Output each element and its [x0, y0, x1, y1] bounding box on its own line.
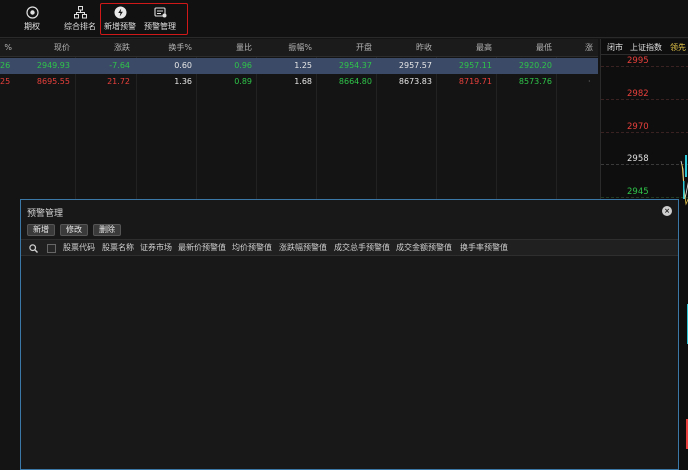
header-amplitude[interactable]: 振幅% — [260, 39, 312, 57]
cell-low: 8573.76 — [518, 77, 552, 86]
col-market[interactable]: 证券市场 — [140, 240, 172, 257]
edit-button[interactable]: 修改 — [60, 224, 88, 236]
cell-turnover: 0.60 — [174, 61, 192, 70]
col-stock-name[interactable]: 股票名称 — [102, 240, 134, 257]
col-change-pct-alert[interactable]: 涨跌幅预警值 — [279, 240, 327, 257]
cell-prev-close: 2957.57 — [398, 61, 432, 70]
alert-management-dialog: 预警管理 × 新增 修改 删除 股票代码 股票名称 证券市场 最新价预警值 均价… — [20, 199, 679, 470]
options-target-icon — [25, 5, 39, 19]
dialog-close-button[interactable]: × — [662, 206, 672, 216]
header-turnover[interactable]: 换手% — [140, 39, 192, 57]
toolbar-options-button[interactable]: 期权 — [24, 5, 40, 35]
header-pct[interactable]: % — [0, 39, 12, 57]
dialog-button-row: 新增 修改 删除 — [27, 224, 121, 236]
toolbar-highlight-box — [100, 3, 188, 35]
col-turnover-alert[interactable]: 换手率预警值 — [460, 240, 508, 257]
header-low[interactable]: 最低 — [500, 39, 552, 57]
cell-high: 2957.11 — [458, 61, 492, 70]
toolbar-ranking-button[interactable]: 综合排名 — [64, 5, 96, 35]
quote-table-header: % 现价 涨跌 换手% 量比 振幅% 开盘 昨收 最高 最低 涨 — [0, 39, 598, 57]
cell-extra: · — [588, 77, 591, 86]
cell-change: 21.72 — [107, 77, 130, 86]
cell-price: 8695.55 — [36, 77, 70, 86]
header-change[interactable]: 涨跌 — [80, 39, 130, 57]
cell-pct: 26 — [0, 61, 11, 70]
cell-turnover: 1.36 — [174, 77, 192, 86]
search-icon[interactable] — [29, 244, 38, 255]
alert-grid-header: 股票代码 股票名称 证券市场 最新价预警值 均价预警值 涨跌幅预警值 成交总手预… — [21, 239, 678, 256]
cell-volume-ratio: 0.96 — [234, 61, 252, 70]
table-row[interactable]: 26 2949.93 -7.64 0.60 0.96 1.25 2954.37 … — [0, 58, 598, 74]
cell-open: 8664.80 — [338, 77, 372, 86]
cell-volume-ratio: 0.89 — [234, 77, 252, 86]
cell-amplitude: 1.68 — [294, 77, 312, 86]
header-price[interactable]: 现价 — [20, 39, 70, 57]
cell-amplitude: 1.25 — [294, 61, 312, 70]
col-avg-price-alert[interactable]: 均价预警值 — [232, 240, 272, 257]
toolbar-ranking-label: 综合排名 — [64, 22, 96, 31]
add-button[interactable]: 新增 — [27, 224, 55, 236]
header-volume-ratio[interactable]: 量比 — [200, 39, 252, 57]
select-all-checkbox[interactable] — [47, 244, 56, 253]
col-stock-code[interactable]: 股票代码 — [63, 240, 95, 257]
cell-price: 2949.93 — [36, 61, 70, 70]
header-rise[interactable]: 涨 — [585, 39, 597, 57]
ranking-hierarchy-icon — [73, 5, 87, 19]
delete-button[interactable]: 删除 — [93, 224, 121, 236]
cell-low: 2920.20 — [518, 61, 552, 70]
close-icon: × — [664, 206, 670, 215]
cell-open: 2954.37 — [338, 61, 372, 70]
header-open[interactable]: 开盘 — [320, 39, 372, 57]
toolbar: 期权 综合排名 新增预警 预警管理 — [0, 0, 688, 38]
col-amount-alert[interactable]: 成交金额预警值 — [396, 240, 452, 257]
toolbar-options-label: 期权 — [24, 22, 40, 31]
header-prev-close[interactable]: 昨收 — [380, 39, 432, 57]
dialog-title: 预警管理 — [27, 209, 64, 219]
col-last-price-alert[interactable]: 最新价预警值 — [178, 240, 226, 257]
header-high[interactable]: 最高 — [440, 39, 492, 57]
col-volume-alert[interactable]: 成交总手预警值 — [334, 240, 390, 257]
table-row[interactable]: 25 8695.55 21.72 1.36 0.89 1.68 8664.80 … — [0, 74, 598, 90]
cell-high: 8719.71 — [458, 77, 492, 86]
cell-change: -7.64 — [109, 61, 130, 70]
cell-prev-close: 8673.83 — [398, 77, 432, 86]
cell-pct: 25 — [0, 77, 11, 86]
